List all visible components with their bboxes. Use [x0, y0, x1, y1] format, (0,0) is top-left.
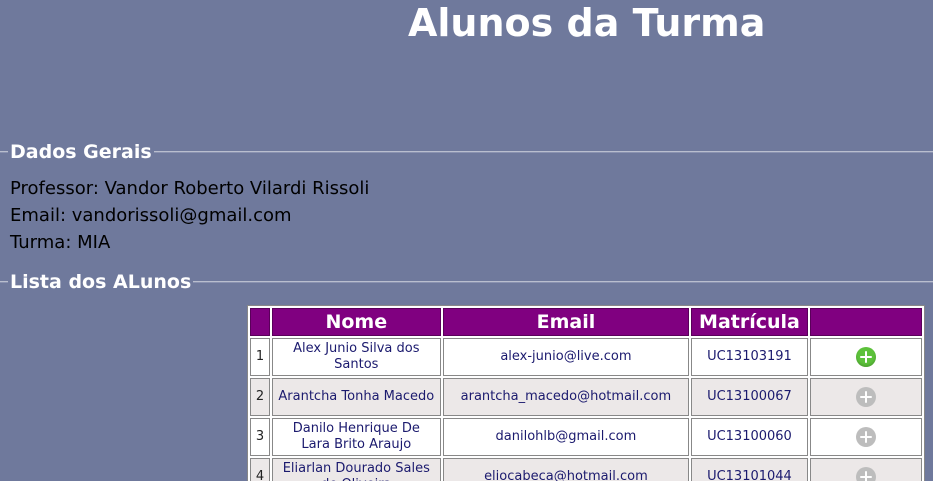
- row-number: 3: [250, 418, 271, 456]
- add-circle-icon[interactable]: [855, 387, 876, 407]
- table-row: 3 Danilo Henrique De Lara Brito Araujo d…: [250, 418, 922, 456]
- page: Alunos da Turma Dados Gerais Professor: …: [0, 0, 933, 481]
- student-name: Arantcha Tonha Macedo: [272, 378, 441, 416]
- add-circle-icon[interactable]: [855, 467, 876, 481]
- student-matricula: UC13100067: [691, 378, 808, 416]
- add-circle-icon[interactable]: [855, 427, 876, 447]
- dados-gerais-legend: Dados Gerais: [8, 140, 154, 164]
- add-circle-icon[interactable]: [855, 347, 876, 367]
- student-matricula: UC13103191: [691, 338, 808, 376]
- header-acao: [809, 308, 922, 336]
- row-action: [809, 378, 922, 416]
- professor-info: Professor: Vandor Roberto Vilardi Rissol…: [10, 178, 370, 199]
- student-name: Eliarlan Dourado Sales de Oliveira: [272, 458, 441, 481]
- student-name: Danilo Henrique De Lara Brito Araujo: [272, 418, 441, 456]
- turma-info: Turma: MIA: [10, 232, 111, 253]
- page-title: Alunos da Turma: [408, 1, 766, 45]
- student-email: eliocabeca@hotmail.com: [442, 458, 690, 481]
- table-row: 1 Alex Junio Silva dos Santos alex-junio…: [250, 338, 922, 376]
- student-email: alex-junio@live.com: [442, 338, 690, 376]
- student-matricula: UC13100060: [691, 418, 808, 456]
- row-number: 1: [250, 338, 271, 376]
- students-table: Nome Email Matrícula 1 Alex Junio Silva …: [247, 305, 925, 481]
- student-email: arantcha_macedo@hotmail.com: [442, 378, 690, 416]
- header-matricula: Matrícula: [691, 308, 808, 336]
- row-number: 2: [250, 378, 271, 416]
- student-email: danilohlb@gmail.com: [442, 418, 690, 456]
- table-header-row: Nome Email Matrícula: [250, 308, 922, 336]
- table-row: 2 Arantcha Tonha Macedo arantcha_macedo@…: [250, 378, 922, 416]
- table-row: 4 Eliarlan Dourado Sales de Oliveira eli…: [250, 458, 922, 481]
- header-num: [250, 308, 271, 336]
- row-action: [809, 458, 922, 481]
- row-action: [809, 338, 922, 376]
- dados-gerais-fieldset: Dados Gerais: [0, 140, 933, 164]
- lista-alunos-legend: Lista dos ALunos: [8, 270, 194, 294]
- lista-alunos-fieldset: Lista dos ALunos: [0, 270, 933, 294]
- header-email: Email: [442, 308, 690, 336]
- student-matricula: UC13101044: [691, 458, 808, 481]
- row-number: 4: [250, 458, 271, 481]
- student-name: Alex Junio Silva dos Santos: [272, 338, 441, 376]
- row-action: [809, 418, 922, 456]
- header-nome: Nome: [272, 308, 441, 336]
- email-info: Email: vandorissoli@gmail.com: [10, 205, 292, 226]
